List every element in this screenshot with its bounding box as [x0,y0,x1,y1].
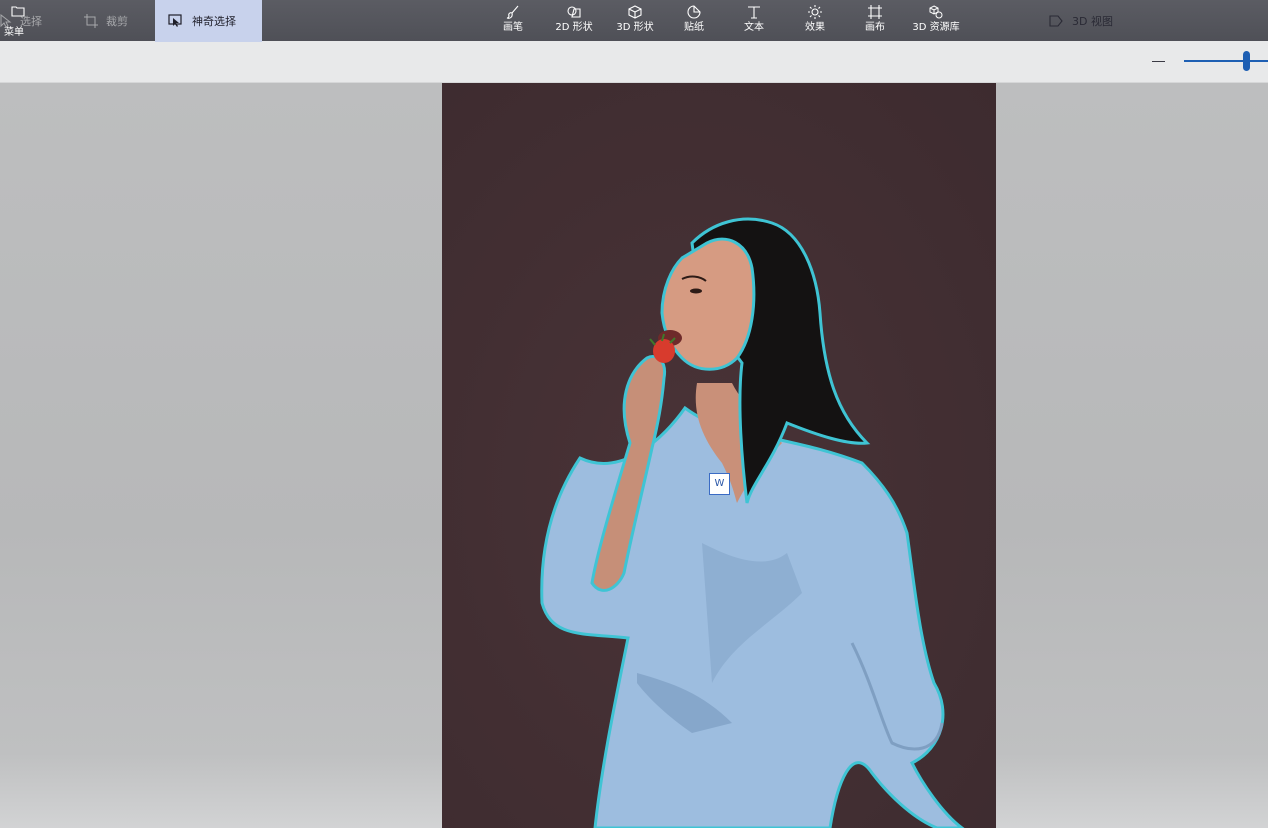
shapes-2d-label: 2D 形状 [555,22,593,33]
view-3d-button[interactable]: 3D 视图 [1048,0,1113,42]
brushes-label: 画笔 [503,22,523,33]
effects-sun-icon [808,5,822,19]
zoom-out-button[interactable] [1152,61,1165,62]
shapes-2d-icon [567,6,581,18]
text-tool[interactable]: 文本 [741,2,767,39]
magic-select-button[interactable]: 神奇选择 [155,0,262,42]
view-3d-icon [1049,15,1063,27]
canvas-label: 画布 [865,22,885,33]
select-label: 选择 [20,15,42,28]
brush-icon [506,5,519,19]
sub-toolbar [0,41,1268,83]
sticker-icon [687,5,701,19]
selection-marker[interactable]: W [709,473,730,495]
magic-select-icon [168,14,182,27]
shapes-2d-tool[interactable]: 2D 形状 [552,2,596,39]
canvas-image [442,83,996,828]
crop-label: 裁剪 [106,15,128,28]
crop-button[interactable]: 裁剪 [84,0,128,42]
photo-subject [540,217,965,828]
library-3d-icon [929,5,943,19]
select-button[interactable]: 选择 [0,0,42,42]
crop-icon [84,14,98,28]
effects-tool[interactable]: 效果 [802,2,828,39]
brushes-tool[interactable]: 画笔 [500,2,526,39]
stickers-tool[interactable]: 贴纸 [681,2,707,39]
shapes-3d-label: 3D 形状 [616,22,654,33]
effects-label: 效果 [805,22,825,33]
text-icon [748,6,760,19]
view-3d-label: 3D 视图 [1072,15,1113,28]
shapes-3d-tool[interactable]: 3D 形状 [613,2,657,39]
text-label: 文本 [744,22,764,33]
stickers-label: 贴纸 [684,22,704,33]
library-3d-tool[interactable]: 3D 资源库 [910,2,962,39]
canvas-tool[interactable]: 画布 [862,2,888,39]
library-3d-label: 3D 资源库 [912,22,960,33]
canvas-icon [868,5,882,19]
cursor-icon [0,14,12,28]
magic-select-label: 神奇选择 [192,15,236,28]
zoom-slider[interactable] [1184,60,1268,62]
cube-icon [628,5,642,19]
zoom-slider-thumb[interactable] [1243,51,1250,71]
